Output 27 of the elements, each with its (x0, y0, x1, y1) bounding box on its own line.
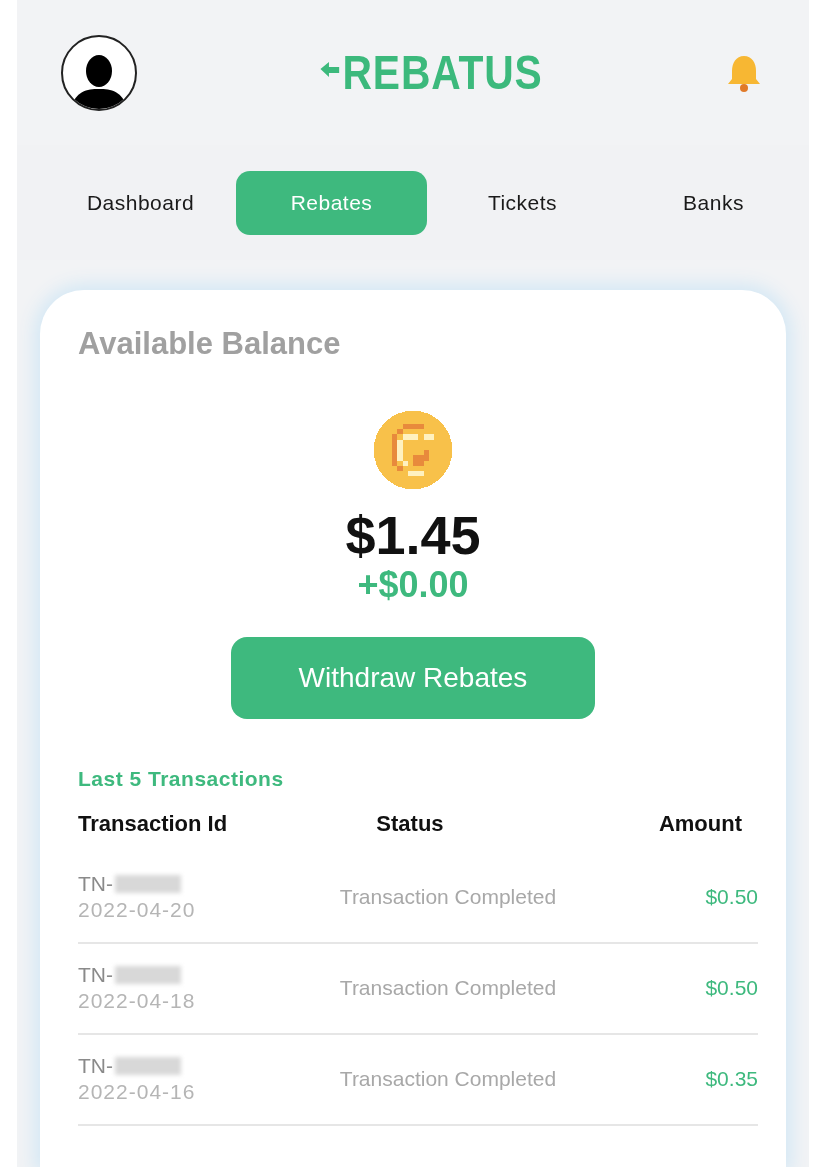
balance-change: +$0.00 (357, 565, 469, 605)
transaction-id: TN- (78, 872, 113, 897)
nav-tab[interactable]: Dashboard (45, 170, 236, 235)
balance-amount: $1.45 (345, 506, 481, 566)
transaction-amount: $0.50 (704, 885, 758, 910)
redacted-block (115, 1057, 181, 1076)
card-title: Available Balance (78, 326, 342, 362)
transaction-amount: $0.35 (704, 1067, 758, 1092)
transaction-date: 2022-04-20 (78, 898, 197, 923)
transaction-status: Transaction Completed (339, 976, 557, 1001)
column-header: Amount (657, 810, 743, 837)
column-header: Status (375, 810, 445, 837)
redacted-block (115, 875, 181, 894)
transaction-id: TN- (78, 963, 113, 988)
nav-tab[interactable]: Tickets (427, 170, 618, 235)
coin-icon (371, 408, 455, 492)
transactions-title: Last 5 Transactions (78, 767, 285, 791)
transaction-amount: $0.50 (704, 976, 758, 1001)
nav-tab[interactable]: Banks (618, 170, 809, 235)
logo: REBATUS (319, 45, 543, 100)
redacted-block (115, 966, 181, 985)
column-header: Transaction Id (78, 810, 229, 837)
transaction-status: Transaction Completed (339, 1067, 557, 1092)
transaction-date: 2022-04-16 (78, 1080, 197, 1105)
transaction-date: 2022-04-18 (78, 989, 197, 1014)
transaction-id: TN- (78, 1054, 113, 1079)
transaction-status: Transaction Completed (339, 885, 557, 910)
